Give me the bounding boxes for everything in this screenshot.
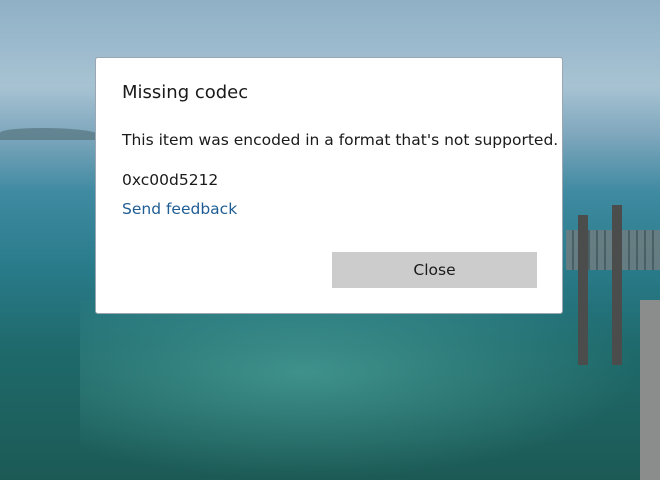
background-islands (0, 128, 100, 140)
background-pier-post (578, 215, 588, 365)
missing-codec-dialog: Missing codec This item was encoded in a… (95, 57, 563, 314)
close-button[interactable]: Close (332, 252, 537, 288)
dialog-message: This item was encoded in a format that's… (122, 131, 559, 149)
background-pier-post (640, 300, 660, 480)
background-water-reflection (80, 300, 640, 480)
background-pier-post (612, 205, 622, 365)
error-code: 0xc00d5212 (122, 171, 219, 189)
dialog-title: Missing codec (122, 82, 249, 103)
send-feedback-link[interactable]: Send feedback (122, 200, 237, 218)
